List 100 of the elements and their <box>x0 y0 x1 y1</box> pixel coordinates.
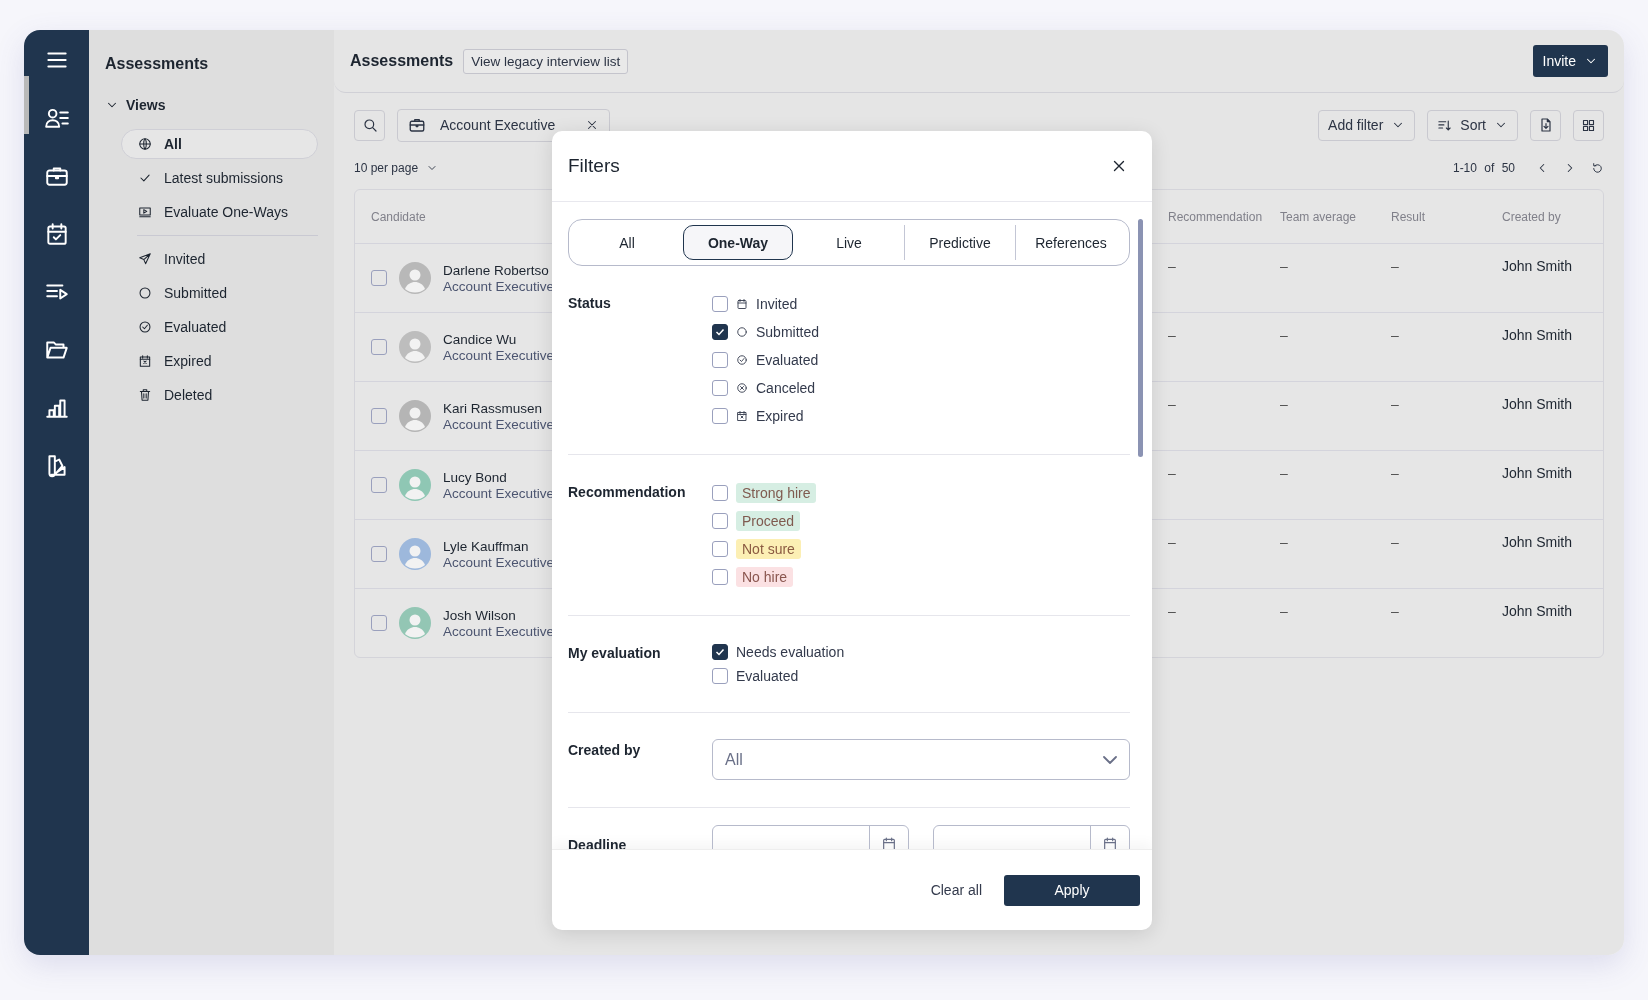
tab[interactable]: References <box>1016 225 1126 260</box>
section-label: Status <box>568 294 612 313</box>
candidate-role: Account Executive <box>443 416 555 432</box>
candidate-role: Account Executive <box>443 278 555 294</box>
row-checkbox[interactable] <box>371 546 387 562</box>
page-range: 1-10 of 50 <box>1452 161 1515 175</box>
column-header: Recommendation <box>1168 209 1264 224</box>
table-cell-text: John Smith <box>1502 533 1574 552</box>
avatar-icon <box>399 331 431 363</box>
row-checkbox[interactable] <box>371 408 387 424</box>
tab[interactable]: Live <box>794 225 904 260</box>
view-item[interactable]: All <box>121 129 318 159</box>
check-icon <box>714 326 726 338</box>
x-circle-icon <box>736 382 748 394</box>
panel-title: Assessments <box>105 55 210 73</box>
calendar-icon <box>1102 836 1118 849</box>
table-cell-text: – <box>1280 602 1289 621</box>
view-item[interactable]: Invited <box>121 244 318 274</box>
table-cell-text: – <box>1168 602 1177 621</box>
view-item[interactable]: Submitted <box>121 278 318 308</box>
refresh-icon[interactable] <box>1591 161 1604 175</box>
candidate-role: Account Executive <box>443 485 555 501</box>
checkbox[interactable] <box>712 324 728 340</box>
export-button[interactable] <box>1530 109 1561 141</box>
check-circle-icon <box>138 320 152 334</box>
table-cell-text: John Smith <box>1502 395 1574 414</box>
avatar-icon <box>399 262 431 294</box>
table-cell-text: John Smith <box>1502 326 1574 345</box>
row-checkbox[interactable] <box>371 270 387 286</box>
checkbox[interactable] <box>712 513 728 529</box>
recommendation-tag: No hire <box>736 567 794 587</box>
section-label: My evaluation <box>568 644 662 663</box>
candidate-name[interactable]: Lyle Kauffman <box>443 538 555 554</box>
candidate-role: Account Executive <box>443 554 555 570</box>
table-cell-text: John Smith <box>1502 602 1574 621</box>
calendar-x-icon <box>736 410 748 422</box>
view-item[interactable]: Latest submissions <box>121 163 318 193</box>
column-header: Candidate <box>371 209 427 224</box>
checkbox[interactable] <box>712 352 728 368</box>
circle-icon <box>736 326 748 338</box>
checkbox[interactable] <box>712 485 728 501</box>
checkbox[interactable] <box>712 296 728 312</box>
send-icon <box>138 252 152 266</box>
view-item[interactable]: Deleted <box>121 380 318 410</box>
scrollbar[interactable] <box>1138 219 1143 457</box>
monitor-play-icon <box>138 205 152 219</box>
view-item[interactable]: Evaluate One-Ways <box>121 197 318 227</box>
table-cell-text: – <box>1280 533 1289 552</box>
option-label: Invited <box>756 296 798 312</box>
candidate-name[interactable]: Darlene Robertso <box>443 262 555 278</box>
avatar-icon <box>399 538 431 570</box>
check-icon <box>714 646 726 658</box>
invite-button[interactable]: Invite <box>1532 45 1608 77</box>
view-item[interactable]: Expired <box>121 346 318 376</box>
view-item[interactable]: Evaluated <box>121 312 318 342</box>
candidate-role: Account Executive <box>443 623 555 639</box>
globe-icon <box>138 137 152 151</box>
table-cell-text: – <box>1168 395 1177 414</box>
checkbox[interactable] <box>712 380 728 396</box>
candidate-name[interactable]: Candice Wu <box>443 331 555 347</box>
trash-icon <box>138 388 152 402</box>
option-label: Expired <box>756 408 804 424</box>
calendar-icon <box>881 836 897 849</box>
checkbox[interactable] <box>712 644 728 660</box>
checkbox[interactable] <box>712 569 728 585</box>
per-page-select[interactable]: 10 per page <box>354 161 439 175</box>
checkbox[interactable] <box>712 541 728 557</box>
briefcase-icon <box>408 116 426 134</box>
table-cell-text: – <box>1391 464 1400 483</box>
apply-button[interactable]: Apply <box>1004 874 1140 906</box>
search-button[interactable] <box>354 109 385 141</box>
row-checkbox[interactable] <box>371 477 387 493</box>
table-cell-text: – <box>1168 464 1177 483</box>
option-label: Evaluated <box>736 668 799 684</box>
option-label: Evaluated <box>756 352 819 368</box>
table-cell-text: – <box>1391 257 1400 276</box>
checkbox[interactable] <box>712 408 728 424</box>
grid-view-button[interactable] <box>1573 109 1604 141</box>
section-label: Recommendation <box>568 483 687 502</box>
search-icon <box>361 117 378 133</box>
row-checkbox[interactable] <box>371 615 387 631</box>
candidate-name[interactable]: Josh Wilson <box>443 607 555 623</box>
avatar-icon <box>399 469 431 501</box>
tab[interactable]: Predictive <box>905 225 1015 260</box>
checkbox[interactable] <box>712 668 728 684</box>
row-checkbox[interactable] <box>371 339 387 355</box>
tab[interactable]: All <box>572 225 682 260</box>
tab[interactable]: One-Way <box>683 225 793 260</box>
option-label: Needs evaluation <box>736 644 845 660</box>
sort-button[interactable]: Sort <box>1427 109 1518 141</box>
column-header: Created by <box>1502 209 1562 224</box>
views-toggle[interactable]: Views <box>105 97 166 113</box>
add-filter-button[interactable]: Add filter <box>1318 109 1416 141</box>
clear-all-button[interactable]: Clear all <box>930 882 982 898</box>
candidate-name[interactable]: Kari Rassmusen <box>443 400 555 416</box>
table-cell-text: – <box>1280 464 1289 483</box>
created-by-select[interactable]: All <box>712 739 1130 780</box>
legacy-list-button[interactable]: View legacy interview list <box>463 48 629 74</box>
chevron-down-icon <box>1103 755 1117 764</box>
candidate-name[interactable]: Lucy Bond <box>443 469 555 485</box>
